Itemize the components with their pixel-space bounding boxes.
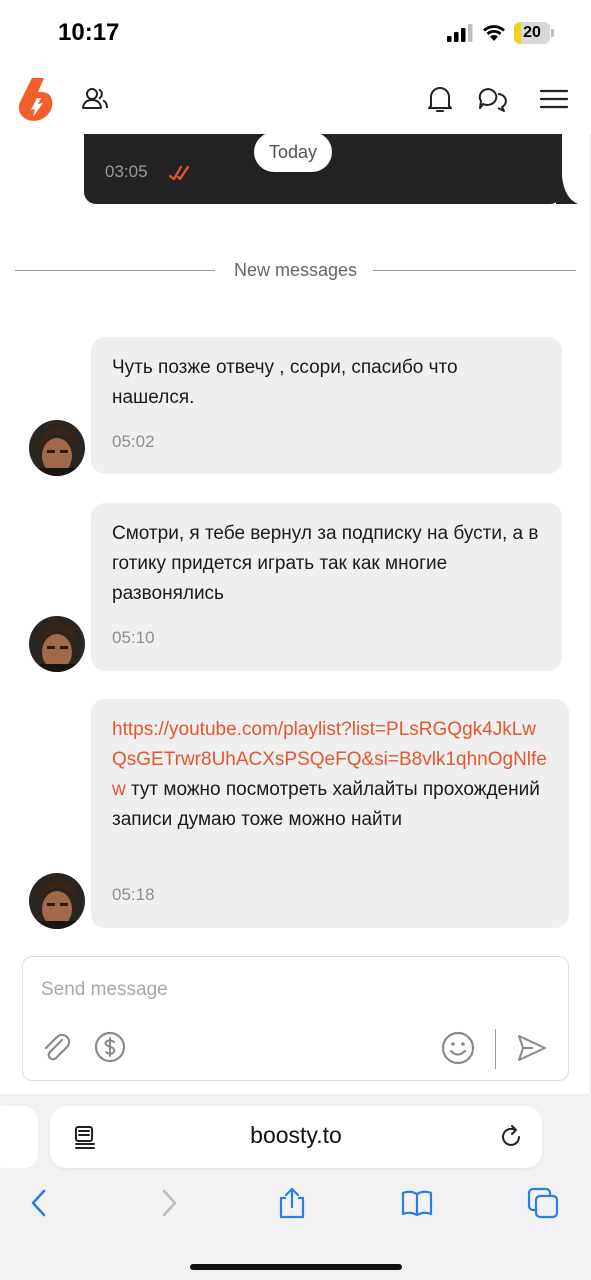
message-text-tail: тут можно посмотреть хайлайты прохождени… (112, 779, 540, 830)
avatar[interactable] (29, 616, 85, 672)
read-checks-icon (168, 165, 190, 180)
bell-icon[interactable] (425, 84, 455, 114)
composer-separator (495, 1029, 496, 1069)
status-bar: 10:17 20 (0, 0, 591, 66)
bubble-tail (556, 134, 578, 204)
message-bubble: https://youtube.com/playlist?list=PLsRGQ… (91, 699, 569, 928)
address-bar[interactable]: boosty.to (50, 1106, 542, 1168)
share-icon[interactable] (276, 1187, 308, 1219)
message-time: 05:10 (112, 628, 155, 647)
battery-indicator: 20 (514, 22, 554, 44)
date-pill: Today (254, 134, 333, 172)
home-indicator (190, 1264, 402, 1270)
browser-toolbar: boosty.to (0, 1094, 591, 1280)
status-time: 10:17 (58, 19, 120, 46)
message-text: https://youtube.com/playlist?list=PLsRGQ… (112, 715, 549, 835)
emoji-icon[interactable] (441, 1031, 475, 1065)
avatar[interactable] (29, 420, 85, 476)
wifi-icon (483, 25, 505, 41)
signal-icon (447, 24, 473, 42)
paperclip-icon[interactable] (40, 1031, 74, 1065)
dollar-icon[interactable] (93, 1030, 127, 1064)
people-icon[interactable] (80, 84, 110, 114)
message-input[interactable]: Send message (41, 979, 168, 1001)
boosty-logo[interactable] (18, 78, 56, 122)
app-header (0, 66, 591, 134)
send-icon[interactable] (515, 1031, 549, 1065)
message-time: 05:02 (112, 432, 155, 451)
message-bubble: Чуть позже отвечу , ссори, спасибо что н… (91, 337, 562, 474)
back-icon[interactable] (24, 1187, 56, 1219)
url-text: boosty.to (250, 1122, 342, 1148)
hamburger-menu-icon[interactable] (539, 84, 569, 114)
forward-icon[interactable] (152, 1187, 184, 1219)
message-composer: Send message (22, 956, 569, 1081)
tabs-icon[interactable] (527, 1187, 559, 1219)
message-text: Чуть позже отвечу , ссори, спасибо что н… (112, 357, 458, 408)
new-messages-divider: New messages (15, 256, 576, 286)
reload-icon[interactable] (498, 1124, 524, 1150)
battery-percent: 20 (523, 24, 541, 41)
chat-thread[interactable]: 03:05 Today New messages Чуть позже отве… (0, 134, 591, 1094)
previous-tab[interactable] (0, 1106, 38, 1168)
avatar[interactable] (29, 873, 85, 929)
chat-bubbles-icon[interactable] (477, 84, 507, 114)
message-time: 05:18 (112, 885, 155, 904)
bookmarks-icon[interactable] (401, 1187, 433, 1219)
previous-message-time: 03:05 (105, 162, 148, 181)
message-bubble: Смотри, я тебе вернул за подписку на бус… (91, 503, 562, 671)
message-text: Смотри, я тебе вернул за подписку на бус… (112, 523, 539, 604)
